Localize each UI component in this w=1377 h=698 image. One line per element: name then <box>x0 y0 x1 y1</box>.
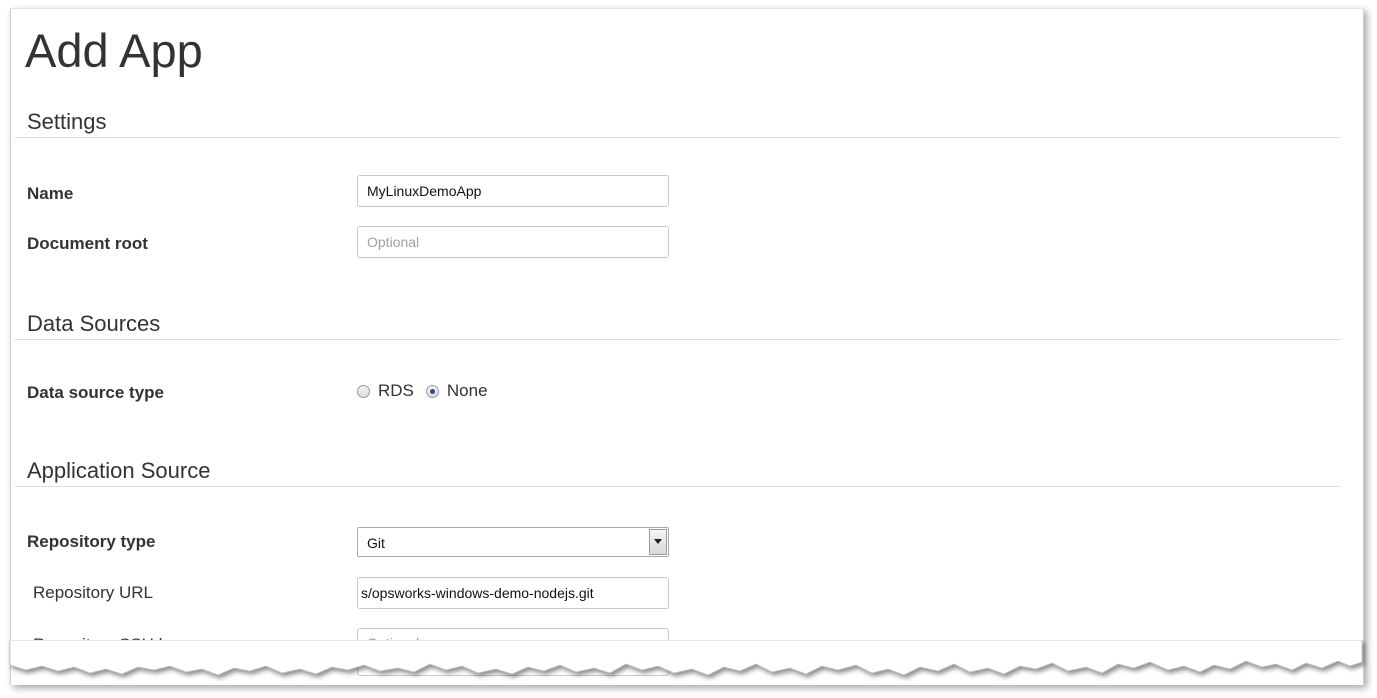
add-app-panel: Add App Settings Name Document root Data… <box>10 8 1364 685</box>
none-radio[interactable] <box>425 384 439 398</box>
settings-section-header: Settings <box>15 107 1340 138</box>
chevron-down-icon <box>654 539 662 544</box>
data-sources-section-header: Data Sources <box>15 309 1340 340</box>
dropdown-arrow-button[interactable] <box>649 529 667 555</box>
settings-heading: Settings <box>27 109 107 134</box>
rds-radio-label[interactable]: RDS <box>378 381 414 401</box>
page-title: Add App <box>25 24 203 77</box>
repository-type-select[interactable]: Git <box>357 527 669 557</box>
torn-edge-decoration <box>9 640 1363 676</box>
data-sources-heading: Data Sources <box>27 311 161 336</box>
rds-radio[interactable] <box>357 384 370 398</box>
application-source-heading: Application Source <box>27 458 211 483</box>
data-source-type-radio-group: RDS None <box>357 381 500 401</box>
data-source-type-label: Data source type <box>27 383 164 402</box>
name-label: Name <box>27 184 74 203</box>
repository-type-value: Git <box>367 535 385 551</box>
document-root-input[interactable] <box>357 226 669 258</box>
repository-url-input[interactable] <box>357 577 669 609</box>
repository-url-label: Repository URL <box>33 583 153 602</box>
none-radio-label[interactable]: None <box>447 381 488 401</box>
document-root-label: Document root <box>27 234 148 253</box>
name-input[interactable] <box>357 175 669 207</box>
application-source-section-header: Application Source <box>15 456 1340 487</box>
repository-type-label: Repository type <box>27 532 156 551</box>
